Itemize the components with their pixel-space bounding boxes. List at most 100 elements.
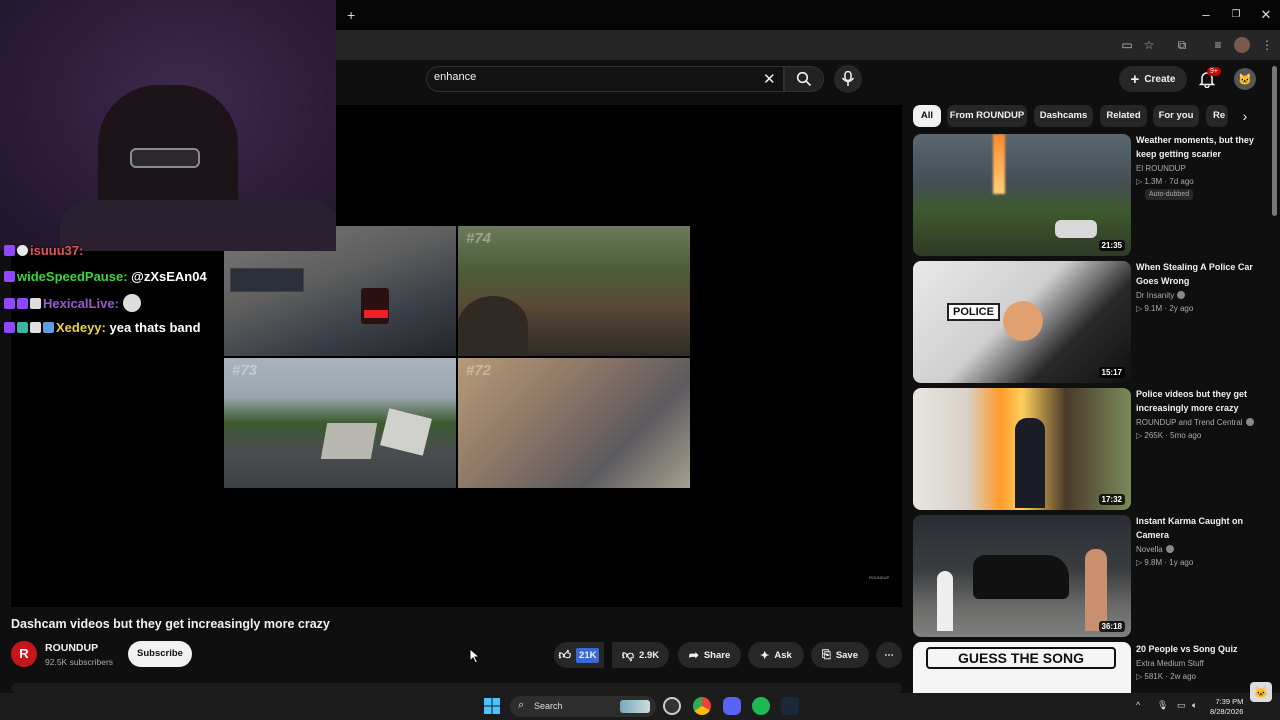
- recommendation-title[interactable]: When Stealing A Police Car Goes Wrong: [1136, 261, 1266, 288]
- chat-message: HexicalLive:: [4, 294, 141, 312]
- save-playlist-icon: ⎘: [822, 648, 831, 661]
- vehicle-shape: [361, 288, 389, 324]
- channel-watermark: ROUNDUP: [869, 575, 890, 580]
- sub-badge-icon: [4, 298, 15, 309]
- profile-icon[interactable]: [1234, 37, 1250, 53]
- officer-figure: [1015, 418, 1045, 508]
- video-thumbnail[interactable]: 17:32: [913, 388, 1131, 510]
- new-tab-button[interactable]: +: [347, 7, 355, 23]
- volume-icon[interactable]: 🔈︎: [1192, 700, 1197, 711]
- account-avatar[interactable]: 🐱: [1234, 68, 1256, 90]
- thumbs-down-icon: 👎︎: [621, 647, 635, 662]
- search-icon: [796, 71, 812, 87]
- chrome-app-icon[interactable]: [693, 697, 711, 715]
- thumbs-up-icon: 👍︎: [558, 647, 572, 662]
- chip-related[interactable]: Related: [1100, 105, 1147, 127]
- system-clock[interactable]: 7:39 PM 8/28/2026: [1210, 697, 1243, 717]
- like-button[interactable]: 👍︎ 21K: [554, 642, 604, 668]
- video-thumbnail[interactable]: 36:18: [913, 515, 1131, 637]
- sub-badge-icon: [4, 245, 15, 256]
- microphone-tray-icon[interactable]: 🎙︎: [1157, 700, 1168, 711]
- network-icon[interactable]: ▭: [1177, 700, 1186, 711]
- extensions-icon[interactable]: ⧉: [1174, 37, 1190, 53]
- duration-badge: 21:35: [1098, 240, 1125, 251]
- clip-forest-trail: #74: [458, 226, 690, 356]
- media-control-icon[interactable]: ≡: [1210, 37, 1226, 53]
- recommendation-title[interactable]: 20 People vs Song Quiz: [1136, 643, 1266, 657]
- chip-for-you[interactable]: For you: [1153, 105, 1199, 127]
- chip-dashcams[interactable]: Dashcams: [1034, 105, 1093, 127]
- dislike-button[interactable]: 👎︎ 2.9K: [612, 642, 669, 668]
- recommendation-meta: ▷ 9.1M · 2y ago: [1136, 304, 1193, 313]
- taskbar-search[interactable]: ⌕ Search: [510, 696, 656, 717]
- van-shape: [380, 408, 432, 456]
- chat-message: wideSpeedPause: @zXsEAn04: [4, 269, 207, 284]
- steam-app-icon[interactable]: [781, 697, 799, 715]
- person-figure: [937, 571, 953, 631]
- chrome-menu-icon[interactable]: ⋮: [1259, 37, 1275, 53]
- chip-all[interactable]: All: [913, 105, 941, 127]
- verified-icon: [1177, 291, 1186, 299]
- tray-overflow-icon[interactable]: ^: [1136, 700, 1140, 710]
- ask-button[interactable]: ✦ Ask: [748, 642, 804, 668]
- video-thumbnail[interactable]: POLICE 15:17: [913, 261, 1131, 383]
- video-title: Dashcam videos but they get increasingly…: [11, 617, 330, 631]
- share-button[interactable]: ➦ Share: [678, 642, 741, 668]
- emote-badge-icon: [17, 245, 28, 256]
- video-thumbnail[interactable]: GUESS THE SONG: [913, 642, 1131, 693]
- plus-icon: +: [1130, 70, 1140, 88]
- chip-recently-uploaded[interactable]: Re: [1206, 105, 1228, 127]
- chat-message: Xedeyy: yea thats band: [4, 320, 201, 335]
- recommendation-channel[interactable]: Dr Insanity: [1136, 291, 1186, 300]
- video-thumbnail[interactable]: 21:35: [913, 134, 1131, 256]
- view-count: 265K · 5mo ago: [1144, 431, 1202, 440]
- recommendation-channel[interactable]: ROUNDUP and Trend Central: [1136, 418, 1254, 427]
- bookmark-star-icon[interactable]: ☆: [1141, 37, 1157, 53]
- channel-avatar[interactable]: R: [11, 641, 37, 667]
- windows-start-icon[interactable]: [483, 697, 501, 715]
- search-highlight-image: [620, 700, 650, 713]
- search-input[interactable]: [426, 66, 784, 92]
- clear-search-icon[interactable]: ✕: [763, 70, 776, 88]
- description-box[interactable]: [11, 683, 902, 693]
- save-button[interactable]: ⎘ Save: [811, 642, 869, 668]
- maximize-button[interactable]: ❐: [1226, 6, 1246, 24]
- sparkle-icon: ✦: [760, 649, 770, 662]
- chip-from-roundup[interactable]: From ROUNDUP: [947, 105, 1027, 127]
- share-label: Share: [703, 649, 731, 661]
- voice-search-button[interactable]: [834, 65, 862, 93]
- recommendation-title[interactable]: Weather moments, but they keep getting s…: [1136, 134, 1266, 161]
- sub-badge-icon: [4, 271, 15, 282]
- clock-date: 8/28/2026: [1210, 707, 1244, 716]
- clip-number: #72: [466, 362, 492, 379]
- view-count: 9.1M · 2y ago: [1144, 304, 1194, 313]
- channel-label: Dr Insanity: [1136, 291, 1175, 300]
- verified-icon: [1245, 418, 1254, 426]
- chat-text: @zXsEAn04: [131, 269, 207, 284]
- badge-icon: [17, 322, 28, 333]
- chevron-right-icon[interactable]: ›: [1234, 105, 1256, 127]
- recommendation-channel[interactable]: Novella: [1136, 545, 1174, 554]
- channel-name[interactable]: ROUNDUP: [45, 642, 98, 654]
- recommendation-title[interactable]: Instant Karma Caught on Camera: [1136, 515, 1266, 542]
- chair: [60, 200, 336, 251]
- create-button[interactable]: + Create: [1119, 66, 1187, 92]
- cast-icon[interactable]: ▭: [1119, 37, 1135, 53]
- recommendation-channel[interactable]: Extra Medium Stuff: [1136, 659, 1204, 668]
- discord-app-icon[interactable]: [723, 697, 741, 715]
- obs-app-icon[interactable]: [663, 697, 681, 715]
- recommendation-channel[interactable]: El ROUNDUP: [1136, 164, 1186, 173]
- page-scrollbar[interactable]: [1272, 66, 1277, 216]
- minimize-button[interactable]: –: [1196, 6, 1216, 24]
- more-actions-button[interactable]: ⋯: [876, 642, 902, 668]
- search-button[interactable]: [784, 66, 824, 92]
- share-icon: ➦: [688, 648, 699, 662]
- subscribe-button[interactable]: Subscribe: [128, 641, 192, 667]
- person-figure: [1085, 549, 1107, 631]
- inset-clip: [230, 268, 304, 292]
- spotify-app-icon[interactable]: [752, 697, 770, 715]
- recommendation-title[interactable]: Police videos but they get increasingly …: [1136, 388, 1266, 415]
- clip-number: #74: [466, 230, 492, 247]
- auto-dubbed-badge: Auto-dubbed: [1145, 189, 1194, 200]
- close-window-button[interactable]: ✕: [1256, 6, 1276, 24]
